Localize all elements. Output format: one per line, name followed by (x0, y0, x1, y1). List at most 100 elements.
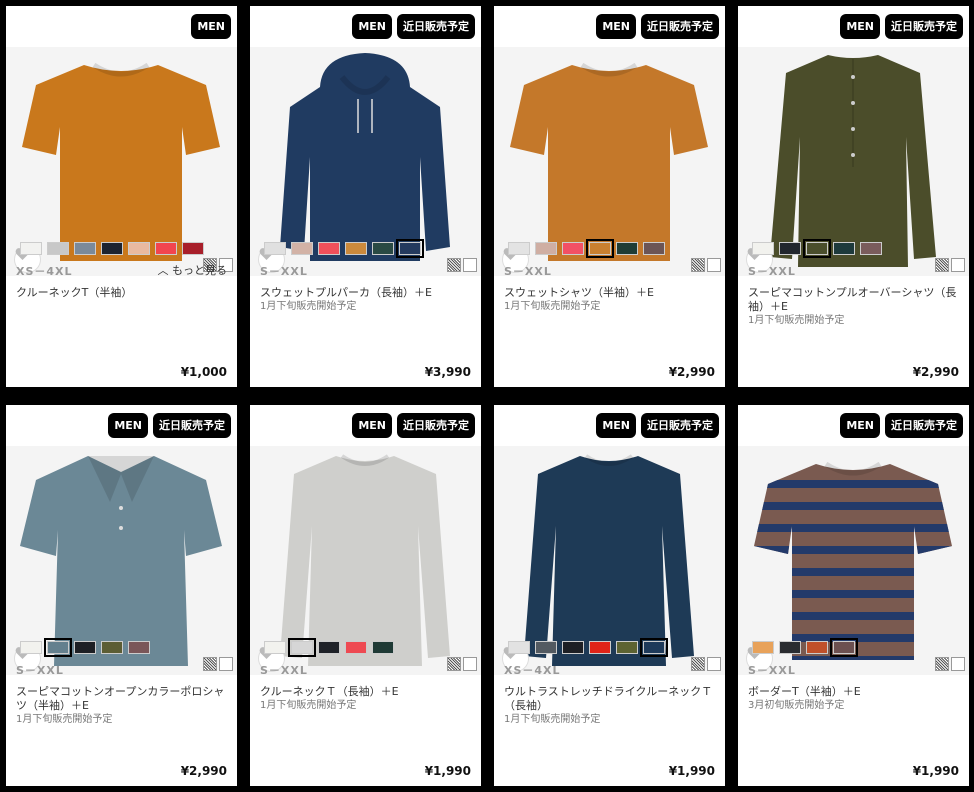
product-name-block[interactable]: スーピマコットンプルオーバーシャツ（長袖）＋E 1月下旬販売開始予定 (748, 286, 963, 328)
product-card[interactable]: MEN 近日販売予定 S－XXL クルーネックＴ（長袖）＋E 1月下旬販売開始予定… (250, 405, 481, 786)
color-swatch[interactable] (128, 242, 150, 255)
see-more-label: もっと見る (172, 264, 227, 277)
chevron-up-icon: ︿ (157, 264, 169, 277)
color-swatch[interactable] (20, 242, 42, 255)
color-swatch[interactable] (318, 641, 340, 654)
color-swatch[interactable] (562, 641, 584, 654)
coming-soon-badge: 近日販売予定 (153, 413, 231, 438)
product-card[interactable]: MEN 近日販売予定 S－XXL スウェットプルパーカ（長袖）＋E 1月下旬販売開… (250, 6, 481, 387)
product-name-block[interactable]: クルーネックT（半袖） (16, 286, 231, 300)
color-swatch[interactable] (182, 242, 204, 255)
product-card[interactable]: MEN 近日販売予定 S－XXL スウェットシャツ（半袖）＋E 1月下旬販売開始予… (494, 6, 725, 387)
color-swatch[interactable] (396, 239, 424, 258)
color-swatch[interactable] (101, 242, 123, 255)
color-swatch[interactable] (830, 638, 858, 657)
product-name[interactable]: スウェットプルパーカ（長袖）＋E (260, 286, 475, 300)
product-card[interactable]: MEN 近日販売予定 S－XXL ボーダーT（半袖）＋E 3月初旬販売開始予定 ¥… (738, 405, 969, 786)
men-badge: MEN (840, 14, 880, 39)
product-name[interactable]: クルーネックＴ（長袖）＋E (260, 685, 475, 699)
product-name-block[interactable]: ボーダーT（半袖）＋E 3月初旬販売開始予定 (748, 685, 963, 713)
product-price: ¥1,990 (668, 764, 715, 778)
color-swatches (508, 239, 665, 258)
product-name-block[interactable]: スウェットシャツ（半袖）＋E 1月下旬販売開始予定 (504, 286, 719, 314)
color-swatch[interactable] (616, 242, 638, 255)
color-swatch[interactable] (345, 242, 367, 255)
color-swatch[interactable] (535, 242, 557, 255)
size-range: S－XXL (748, 664, 796, 677)
product-name-block[interactable]: ウルトラストレッチドライクルーネックＴ（長袖） 1月下旬販売開始予定 (504, 685, 719, 727)
product-name[interactable]: ウルトラストレッチドライクルーネックＴ（長袖） (504, 685, 719, 713)
color-swatch[interactable] (779, 242, 801, 255)
color-swatch[interactable] (586, 239, 614, 258)
product-card[interactable]: MEN XS－4XL ︿ もっと見る クルーネックT（半袖） ¥1,000 (6, 6, 237, 387)
size-range: S－XXL (748, 265, 796, 278)
product-name[interactable]: スーピマコットンオープンカラーポロシャツ（半袖）＋E (16, 685, 231, 713)
color-swatch[interactable] (44, 638, 72, 657)
color-swatch[interactable] (264, 242, 286, 255)
color-swatch[interactable] (508, 242, 530, 255)
product-name-block[interactable]: スウェットプルパーカ（長袖）＋E 1月下旬販売開始予定 (260, 286, 475, 314)
color-swatches (264, 239, 424, 258)
color-swatch[interactable] (752, 641, 774, 654)
color-swatch[interactable] (833, 242, 855, 255)
product-card[interactable]: MEN 近日販売予定 XS－4XL ウルトラストレッチドライクルーネックＴ（長袖）… (494, 405, 725, 786)
release-note: 1月下旬販売開始予定 (748, 315, 845, 326)
label-tags (691, 657, 721, 671)
color-swatch[interactable] (372, 242, 394, 255)
color-swatch[interactable] (752, 242, 774, 255)
size-range: S－XXL (260, 265, 308, 278)
color-swatch[interactable] (264, 641, 286, 654)
men-badge: MEN (191, 14, 231, 39)
color-swatch[interactable] (101, 641, 123, 654)
badge-group: MEN 近日販売予定 (840, 14, 963, 39)
label-tags (935, 258, 965, 272)
color-swatch[interactable] (535, 641, 557, 654)
product-name[interactable]: クルーネックT（半袖） (16, 286, 231, 300)
color-swatch[interactable] (860, 242, 882, 255)
color-swatch[interactable] (640, 638, 668, 657)
badge-group: MEN 近日販売予定 (596, 413, 719, 438)
color-swatch[interactable] (128, 641, 150, 654)
color-swatch[interactable] (20, 641, 42, 654)
color-swatch[interactable] (616, 641, 638, 654)
color-swatch[interactable] (643, 242, 665, 255)
color-swatches (264, 638, 394, 657)
color-swatch[interactable] (589, 641, 611, 654)
men-badge: MEN (596, 413, 636, 438)
size-range: XS－4XL (16, 265, 73, 278)
color-swatch[interactable] (74, 641, 96, 654)
color-swatch[interactable] (562, 242, 584, 255)
qr-tag-icon (203, 657, 217, 671)
product-price: ¥1,000 (180, 365, 227, 379)
qr-tag-icon (935, 657, 949, 671)
color-swatch[interactable] (803, 239, 831, 258)
product-name[interactable]: スウェットシャツ（半袖）＋E (504, 286, 719, 300)
color-swatch[interactable] (345, 641, 367, 654)
color-swatch[interactable] (74, 242, 96, 255)
badge-group: MEN 近日販売予定 (108, 413, 231, 438)
see-more-link[interactable]: ︿ もっと見る (158, 262, 228, 278)
label-tag-icon (463, 258, 477, 272)
product-name[interactable]: ボーダーT（半袖）＋E (748, 685, 963, 699)
color-swatch[interactable] (291, 242, 313, 255)
qr-tag-icon (935, 258, 949, 272)
color-swatch[interactable] (779, 641, 801, 654)
product-name-block[interactable]: スーピマコットンオープンカラーポロシャツ（半袖）＋E 1月下旬販売開始予定 (16, 685, 231, 727)
badge-group: MEN 近日販売予定 (352, 14, 475, 39)
color-swatch[interactable] (288, 638, 316, 657)
badge-group: MEN 近日販売予定 (352, 413, 475, 438)
color-swatch[interactable] (508, 641, 530, 654)
coming-soon-badge: 近日販売予定 (641, 413, 719, 438)
label-tags (447, 657, 477, 671)
qr-tag-icon (691, 258, 705, 272)
color-swatch[interactable] (318, 242, 340, 255)
product-name[interactable]: スーピマコットンプルオーバーシャツ（長袖）＋E (748, 286, 963, 314)
color-swatch[interactable] (155, 242, 177, 255)
color-swatch[interactable] (372, 641, 394, 654)
product-name-block[interactable]: クルーネックＴ（長袖）＋E 1月下旬販売開始予定 (260, 685, 475, 713)
product-card[interactable]: MEN 近日販売予定 S－XXL スーピマコットンプルオーバーシャツ（長袖）＋E … (738, 6, 969, 387)
color-swatch[interactable] (47, 242, 69, 255)
color-swatch[interactable] (806, 641, 828, 654)
release-note: 1月下旬販売開始予定 (260, 700, 357, 711)
product-card[interactable]: MEN 近日販売予定 S－XXL スーピマコットンオープンカラーポロシャツ（半袖）… (6, 405, 237, 786)
